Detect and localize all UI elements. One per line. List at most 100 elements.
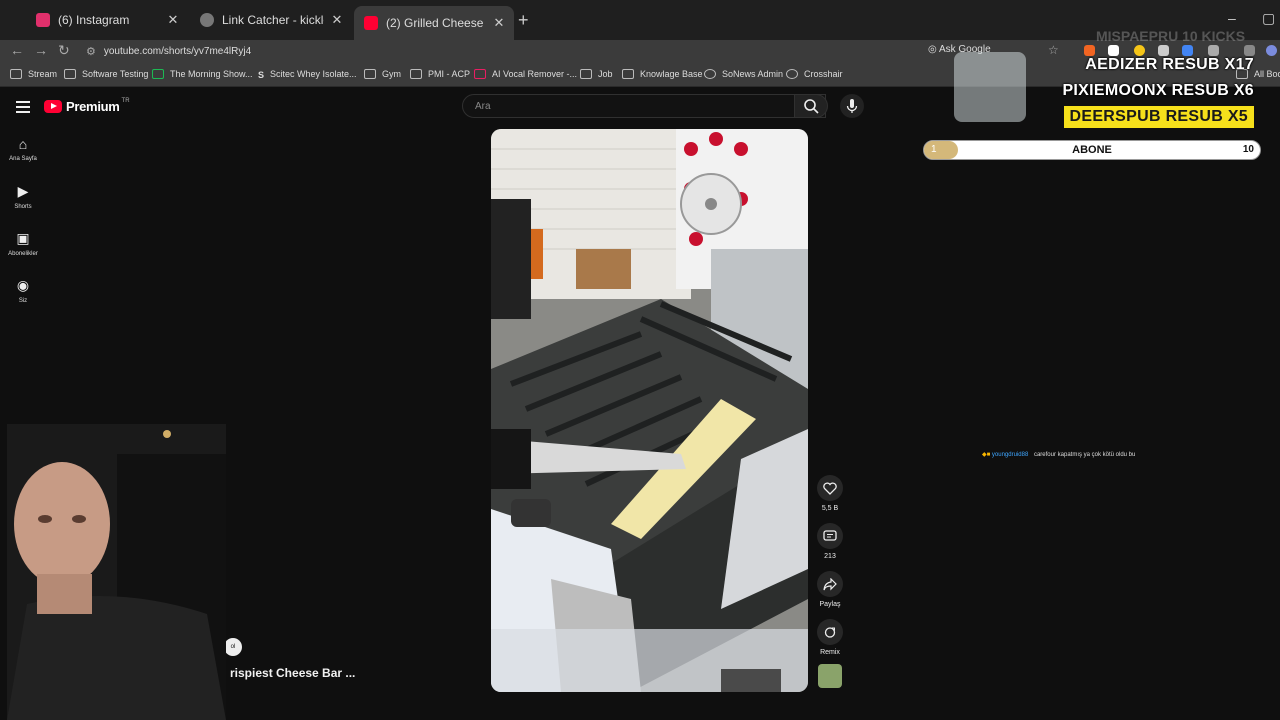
resub-name: PIXIEMOONX: [1062, 82, 1167, 99]
voice-search-button[interactable]: [840, 94, 864, 118]
share-label: Paylaş: [819, 601, 841, 608]
resub-line-highlight: DEERSPUB RESUB X5: [1063, 106, 1254, 128]
resub-count: RESUB X17: [1162, 56, 1254, 73]
globe-icon: [786, 69, 798, 79]
share-button[interactable]: Paylaş: [815, 571, 845, 608]
webcam-overlay: [7, 424, 226, 720]
tab-link-catcher[interactable]: Link Catcher - kicklogz Tools ✕: [190, 6, 352, 34]
extension-icon[interactable]: [1084, 45, 1095, 56]
bookmark-label: Job: [598, 69, 613, 79]
search-input[interactable]: Ara: [462, 94, 826, 118]
bookmark-item[interactable]: SoNews Admin: [704, 69, 783, 79]
bookmark-item[interactable]: S Scitec Whey Isolate...: [258, 69, 357, 80]
youtube-play-icon: [44, 100, 62, 113]
bookmark-item[interactable]: Crosshair: [786, 69, 843, 79]
home-icon: ⌂: [18, 136, 28, 152]
faded-alert: MISPAEPRU 10 KICKS: [1096, 28, 1246, 44]
resub-name: DEERSPUB: [1069, 108, 1161, 125]
menu-icon[interactable]: [1244, 45, 1255, 56]
bookmark-item[interactable]: AI Vocal Remover -...: [474, 69, 577, 79]
search-icon: [804, 99, 819, 114]
sound-thumbnail[interactable]: [818, 664, 842, 688]
resub-name: AEDIZER: [1085, 56, 1158, 73]
youtube-logo[interactable]: Premium TR: [44, 98, 130, 114]
bookmark-item[interactable]: Job: [580, 69, 613, 79]
bookmark-item[interactable]: PMI - ACP: [410, 69, 470, 79]
bookmark-star-icon[interactable]: ☆: [1048, 43, 1059, 57]
bookmark-label: Stream: [28, 69, 58, 79]
new-tab-button[interactable]: +: [518, 10, 529, 31]
sidebar-item-label: Abonelikler: [8, 251, 38, 257]
bookmark-item[interactable]: Stream: [10, 69, 57, 79]
resub-line: PIXIEMOONX RESUB X6: [1062, 82, 1254, 100]
close-icon[interactable]: ✕: [166, 12, 180, 28]
bookmark-label: Gym: [382, 69, 401, 79]
menu-icon[interactable]: [16, 98, 30, 116]
folder-icon: [410, 69, 422, 79]
bookmark-item[interactable]: Software Testing: [64, 69, 148, 79]
logo-text: Premium: [66, 99, 120, 114]
extension-icon[interactable]: [1108, 45, 1119, 56]
extension-icon[interactable]: [1182, 45, 1193, 56]
bookmark-item[interactable]: Knowlage Base: [622, 69, 703, 79]
bookmark-label: Knowlage Base: [640, 69, 703, 79]
bookmark-label: The Morning Show...: [170, 69, 253, 79]
url-field[interactable]: ⚙ youtube.com/shorts/yv7me4lRyj4: [86, 42, 936, 60]
remix-icon: [817, 619, 843, 645]
chat-text: carefour kapatmış ya çok kötü oldu bu: [1033, 452, 1136, 458]
bookmark-label: Software Testing: [82, 69, 149, 79]
goal-target: 10: [1242, 144, 1254, 155]
bookmark-item[interactable]: Gym: [364, 69, 401, 79]
subscriptions-icon: ▣: [16, 230, 30, 246]
badge-icon: ◆■: [982, 452, 991, 458]
sub-goal-bar: 1 ABONE 10: [923, 140, 1261, 160]
chat-username: youngdruid88: [991, 452, 1029, 458]
scitec-icon: S: [258, 70, 265, 80]
mic-icon: [846, 99, 858, 113]
site-info-icon[interactable]: ⚙: [86, 45, 96, 58]
video-title[interactable]: rispiest Cheese Bar ...: [230, 666, 355, 680]
instagram-icon: [36, 13, 50, 27]
extension-icon[interactable]: [1134, 45, 1145, 56]
shorts-video-player[interactable]: [491, 129, 808, 692]
forward-icon[interactable]: →: [34, 42, 48, 58]
tab-instagram[interactable]: (6) Instagram ✕: [26, 6, 188, 34]
maximize-icon[interactable]: ▢: [1262, 10, 1275, 27]
profile-avatar[interactable]: [1266, 45, 1277, 56]
chat-message: ◆■ youngdruid88 carefour kapatmış ya çok…: [982, 451, 1135, 458]
glass-image: [954, 52, 1026, 122]
comment-icon: [817, 523, 843, 549]
you-icon: ◉: [16, 277, 30, 293]
remix-button[interactable]: Remix: [815, 619, 845, 656]
sidebar-item-home[interactable]: ⌂ Ana Sayfa: [4, 136, 42, 162]
streamer-camera: [7, 424, 226, 720]
bookmark-label: AI Vocal Remover -...: [492, 69, 578, 79]
folder-icon: [364, 69, 376, 79]
back-icon[interactable]: ←: [10, 42, 24, 58]
bookmark-label: Crosshair: [804, 69, 843, 79]
sidebar-item-shorts[interactable]: ▶ Shorts: [4, 183, 42, 210]
comment-button[interactable]: 213: [815, 523, 845, 560]
puzzle-icon[interactable]: [1208, 45, 1219, 56]
pen-icon[interactable]: [1158, 45, 1169, 56]
url-text: youtube.com/shorts/yv7me4lRyj4: [103, 45, 252, 57]
resub-count: RESUB X5: [1165, 108, 1248, 125]
search-button[interactable]: [794, 94, 828, 118]
tab-youtube[interactable]: (2) Grilled Cheese Stick | Ko ✕: [354, 6, 514, 40]
bookmark-item[interactable]: The Morning Show...: [152, 69, 253, 79]
reload-icon[interactable]: ↻: [58, 42, 70, 59]
video-frame: [491, 129, 808, 692]
close-icon[interactable]: ✕: [492, 15, 506, 31]
close-icon[interactable]: ✕: [330, 12, 344, 28]
comment-count: 213: [824, 553, 836, 560]
sidebar-item-you[interactable]: ◉ Siz: [4, 277, 42, 304]
like-button[interactable]: 5,5 B: [815, 475, 845, 512]
minimize-icon[interactable]: –: [1228, 10, 1236, 26]
subscribe-button[interactable]: ol: [224, 638, 242, 656]
folder-icon: [580, 69, 592, 79]
news-icon: [152, 69, 164, 79]
sidebar-item-subscriptions[interactable]: ▣ Abonelikler: [4, 230, 42, 257]
bookmark-label: All Book: [1254, 69, 1280, 79]
resub-line: AEDIZER RESUB X17: [1085, 56, 1254, 74]
sidebar-item-label: Ana Sayfa: [9, 156, 37, 162]
